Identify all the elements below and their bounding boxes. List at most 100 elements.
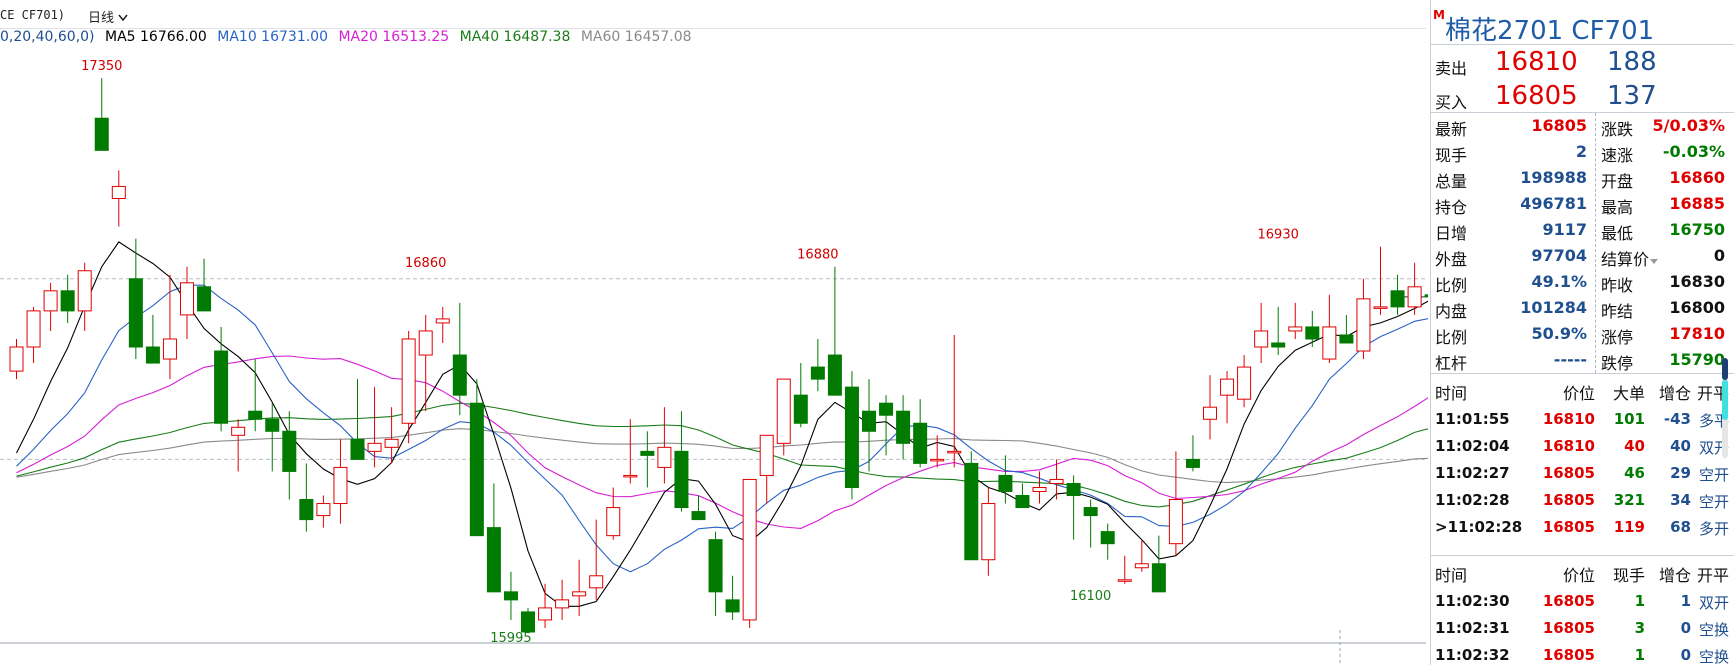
candle-body bbox=[1237, 366, 1252, 400]
quote-row: 速涨 -0.03% bbox=[1597, 142, 1733, 168]
candle-body bbox=[521, 611, 535, 633]
quote-label: 现手 bbox=[1435, 146, 1468, 165]
candle-body bbox=[844, 386, 859, 488]
quote-value: 49.1% bbox=[1531, 272, 1587, 291]
quote-row: 最新 16805 bbox=[1431, 116, 1595, 142]
candle-body bbox=[725, 599, 740, 613]
table-cell: 11:02:27 bbox=[1435, 464, 1510, 482]
quote-row: 涨跌 5/0.03% bbox=[1597, 116, 1733, 142]
candle-body bbox=[231, 426, 246, 436]
candle-body bbox=[913, 422, 928, 464]
candle-body bbox=[1373, 306, 1388, 309]
table-cell: 11:02:32 bbox=[1435, 646, 1510, 664]
scrollbar[interactable] bbox=[1722, 358, 1728, 458]
candle-body bbox=[316, 503, 331, 517]
quote-row: 日增 9117 bbox=[1431, 220, 1595, 246]
candle-body bbox=[1288, 326, 1303, 332]
table-cell: 空开 bbox=[1698, 493, 1729, 511]
candle-body bbox=[1203, 406, 1217, 420]
table-cell: 16805 bbox=[1542, 518, 1595, 536]
table-cell: 11:02:31 bbox=[1435, 619, 1510, 637]
table-cell: 16805 bbox=[1542, 491, 1595, 509]
candle-body bbox=[452, 354, 467, 396]
price-annotation: 16880 bbox=[797, 248, 838, 263]
quote-row: 内盘 101284 bbox=[1431, 298, 1595, 324]
price-annotation: 15995 bbox=[490, 631, 531, 646]
table-cell: 16810 bbox=[1542, 410, 1595, 428]
candle-body bbox=[572, 591, 587, 597]
contract-title: 棉花2701 CF701 bbox=[1445, 16, 1655, 46]
quote-label: 杠杆 bbox=[1435, 354, 1468, 373]
quote-row: 持仓 496781 bbox=[1431, 194, 1595, 220]
quote-label: 开盘 bbox=[1601, 172, 1634, 191]
candle-body bbox=[503, 591, 518, 601]
table-cell: 空换 bbox=[1698, 621, 1729, 639]
table-header: 大单 bbox=[1612, 384, 1645, 403]
ma20-label: MA20 16513.25 bbox=[338, 29, 450, 45]
quote-row: 结算价 0 bbox=[1597, 246, 1733, 272]
table-cell: 321 bbox=[1613, 491, 1645, 509]
table-header: 现手 bbox=[1612, 566, 1645, 585]
quote-value: 496781 bbox=[1520, 194, 1587, 213]
candle-body bbox=[1083, 507, 1098, 517]
ma-legend: 0,20,40,60,0) MA5 16766.00 MA10 16731.00… bbox=[0, 29, 698, 49]
candle-body bbox=[538, 607, 553, 621]
contract-header: M 棉花2701 CF701 bbox=[1431, 4, 1734, 46]
candle-body bbox=[879, 402, 894, 416]
quote-label: 涨停 bbox=[1601, 328, 1634, 347]
candle-body bbox=[60, 290, 75, 312]
table-cell: 0 bbox=[1680, 619, 1691, 637]
candle-body bbox=[77, 270, 92, 312]
quote-label: 总量 bbox=[1435, 172, 1468, 191]
quote-label: 最低 bbox=[1601, 224, 1634, 243]
bid-price: 16805 bbox=[1495, 81, 1578, 111]
quote-value: 50.9% bbox=[1531, 324, 1587, 343]
candle-body bbox=[265, 418, 280, 432]
table-cell: 101 bbox=[1613, 410, 1645, 428]
candle-body bbox=[1015, 495, 1030, 509]
candle-body bbox=[418, 330, 433, 356]
table-cell: 1 bbox=[1634, 592, 1645, 610]
ma60-label: MA60 16457.08 bbox=[580, 29, 692, 45]
candle-body bbox=[930, 458, 945, 462]
candle-body bbox=[384, 438, 399, 448]
quote-row: 比例 50.9% bbox=[1431, 324, 1595, 350]
candle-body bbox=[674, 450, 689, 509]
quote-value: 2 bbox=[1575, 142, 1587, 161]
candle-body bbox=[94, 117, 109, 151]
quote-label: 持仓 bbox=[1435, 198, 1468, 217]
table-cell: 16810 bbox=[1542, 437, 1595, 455]
candlestick-chart[interactable]: 17350 16860 16880 15995 16100 16930 bbox=[0, 0, 1428, 665]
ask-volume: 188 bbox=[1607, 47, 1657, 77]
period-label: 日线 bbox=[88, 11, 115, 26]
ask-label: 卖出 bbox=[1435, 59, 1468, 78]
table-header: 增仓 bbox=[1658, 566, 1691, 585]
ma10-line bbox=[16, 284, 1428, 573]
divider bbox=[1431, 112, 1734, 113]
quote-label: 比例 bbox=[1435, 328, 1468, 347]
chevron-down-icon bbox=[118, 14, 128, 22]
candle-body bbox=[981, 503, 996, 561]
quote-label: 外盘 bbox=[1435, 250, 1468, 269]
ask-row: 卖出 16810 188 bbox=[1431, 45, 1734, 79]
divider bbox=[1431, 555, 1734, 556]
table-cell: 空换 bbox=[1698, 648, 1729, 666]
candle-body bbox=[1117, 579, 1132, 582]
candle-body bbox=[111, 185, 126, 200]
candle-body bbox=[589, 575, 604, 589]
table-header: 价位 bbox=[1562, 384, 1595, 403]
ma60-line bbox=[16, 428, 1428, 484]
quote-value: 16885 bbox=[1669, 194, 1725, 213]
candle-body bbox=[862, 410, 876, 432]
candle-body bbox=[282, 430, 297, 472]
candle-body bbox=[1271, 342, 1286, 348]
period-selector[interactable]: 日线 bbox=[88, 7, 128, 26]
candle-body bbox=[708, 539, 723, 593]
table-cell: 40 bbox=[1670, 437, 1691, 455]
quote-label: 结算价 bbox=[1601, 246, 1659, 270]
candle-body bbox=[555, 599, 570, 609]
table-cell: 3 bbox=[1634, 619, 1645, 637]
candle-body bbox=[1305, 326, 1320, 340]
caret-down-icon bbox=[1650, 259, 1659, 264]
table-cell: 空开 bbox=[1698, 466, 1729, 484]
